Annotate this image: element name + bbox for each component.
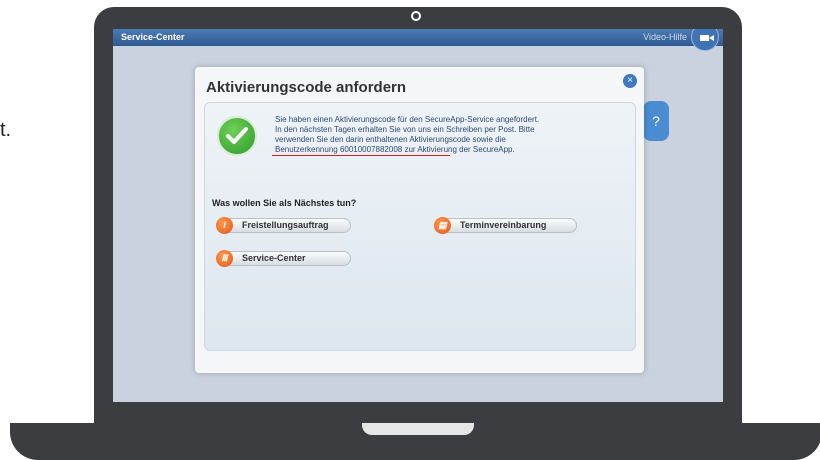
laptop-notch	[362, 423, 474, 435]
service-center-button[interactable]: Ⅲ Service-Center	[216, 250, 351, 267]
activation-dialog: Aktivierungscode anfordern × Sie haben e…	[195, 67, 644, 373]
terminvereinbarung-button[interactable]: ▤ Terminvereinbarung	[434, 217, 577, 234]
button-label: Service-Center	[242, 253, 306, 263]
close-icon[interactable]: ×	[623, 74, 637, 88]
video-camera-lens-icon	[709, 35, 714, 41]
help-tab[interactable]: ?	[643, 101, 669, 141]
calendar-icon: ▤	[434, 217, 451, 234]
video-camera-icon	[700, 35, 709, 41]
checkmark-icon	[217, 116, 257, 156]
user-id-underline	[272, 155, 450, 156]
dialog-content: Sie haben einen Aktivierungscode für den…	[204, 102, 636, 351]
message-line: Sie haben einen Aktivierungscode für den…	[275, 115, 540, 124]
service-center-icon: Ⅲ	[216, 250, 233, 267]
video-camera-button[interactable]	[691, 29, 719, 51]
top-bar: Service-Center Video-Hilfe	[113, 29, 723, 46]
message-line: verwenden Sie den darin enthaltenen Akti…	[275, 135, 506, 144]
camera-icon	[411, 11, 421, 21]
next-steps-question: Was wollen Sie als Nächstes tun?	[212, 198, 357, 208]
freistellungsauftrag-button[interactable]: i Freistellungsauftrag	[216, 217, 351, 234]
video-help-link[interactable]: Video-Hilfe	[643, 32, 687, 42]
dialog-title: Aktivierungscode anfordern	[206, 79, 407, 96]
message-line: In den nächsten Tagen erhalten Sie von u…	[275, 125, 535, 134]
confirmation-message: Sie haben einen Aktivierungscode für den…	[272, 115, 625, 156]
app-title: Service-Center	[121, 32, 185, 42]
laptop-screen: Service-Center Video-Hilfe ? Aktivierung…	[113, 29, 723, 402]
message-line-user-id: Benutzerkennung 60010007882008 zur Aktiv…	[275, 145, 515, 154]
button-label: Terminvereinbarung	[460, 220, 547, 230]
stray-text: t.	[0, 119, 12, 141]
button-label: Freistellungsauftrag	[242, 220, 329, 230]
info-icon: i	[216, 217, 233, 234]
